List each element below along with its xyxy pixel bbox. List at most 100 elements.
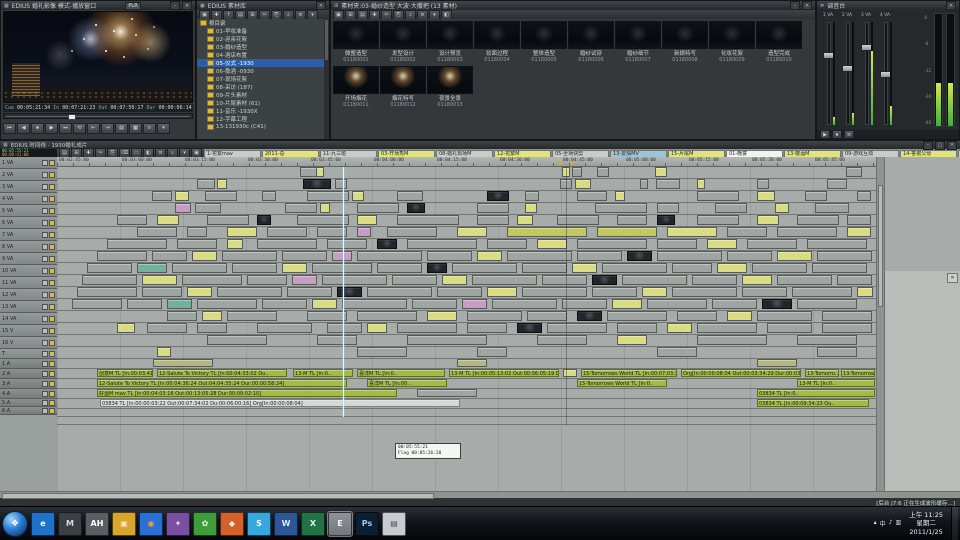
timeline-clip[interactable] bbox=[727, 227, 767, 237]
mixer-foot-button[interactable]: ≡ bbox=[844, 130, 854, 139]
transport-button[interactable]: ▤ bbox=[115, 123, 128, 134]
timeline-clip[interactable] bbox=[462, 299, 487, 309]
timeline-clip[interactable] bbox=[752, 263, 807, 273]
timeline-clip[interactable] bbox=[87, 263, 132, 273]
timeline-clip[interactable] bbox=[847, 215, 871, 225]
timeline-clip[interactable] bbox=[822, 311, 872, 321]
timeline-clip[interactable] bbox=[807, 239, 867, 249]
timeline-clip[interactable] bbox=[762, 299, 792, 309]
timeline-marker[interactable] bbox=[557, 161, 563, 166]
timeline-clip[interactable] bbox=[320, 203, 330, 213]
timeline-clip[interactable] bbox=[287, 287, 332, 297]
track-header[interactable]: 7 VA bbox=[0, 229, 57, 241]
timeline-clip[interactable] bbox=[387, 227, 437, 237]
clip-thumbnail[interactable]: 化妆花絮01180009 bbox=[709, 21, 755, 64]
bin-folder[interactable]: 10-片尾素材 (61) bbox=[197, 99, 324, 107]
track-header[interactable]: 5 VA bbox=[0, 205, 57, 217]
timeline-clip[interactable] bbox=[357, 251, 422, 261]
timeline-clip[interactable] bbox=[597, 167, 609, 177]
timeline-clip[interactable] bbox=[197, 323, 227, 333]
timeline-clip[interactable] bbox=[757, 179, 769, 189]
palette-tool-icon[interactable]: ▤ bbox=[357, 10, 368, 20]
timeline-clip[interactable] bbox=[232, 263, 277, 273]
timeline-clip[interactable] bbox=[207, 335, 267, 345]
timeline-clip[interactable] bbox=[657, 347, 697, 357]
timeline-clip[interactable] bbox=[152, 251, 187, 261]
timeline-clip[interactable] bbox=[357, 227, 371, 237]
timeline-clip[interactable] bbox=[817, 251, 872, 261]
timeline-clip[interactable]: Org[In:00:00:08:04 Out:00:03:34:29 Dur:0… bbox=[681, 369, 801, 377]
timeline-clip[interactable] bbox=[205, 191, 237, 201]
track-header[interactable]: 14 VA bbox=[0, 313, 57, 325]
timeline-clip[interactable]: 12-Salute To Victory TL [In:00:04:36:24 … bbox=[97, 379, 347, 387]
timeline-hscrollbar[interactable] bbox=[0, 491, 960, 498]
timeline-clip[interactable] bbox=[797, 299, 857, 309]
timeline-clip[interactable]: 03834 TL [In:00:00:03:22 Out:00:07:34:02… bbox=[100, 399, 460, 407]
mixer-channel[interactable]: 1 VA bbox=[821, 13, 835, 127]
timeline-clip[interactable] bbox=[617, 323, 657, 333]
timeline-clip[interactable] bbox=[562, 299, 607, 309]
timeline-clip[interactable] bbox=[657, 203, 679, 213]
timeline-clip[interactable] bbox=[612, 299, 642, 309]
timeline-clip[interactable] bbox=[392, 275, 437, 285]
bin-scrollbar[interactable] bbox=[324, 19, 329, 139]
timeline-clip[interactable] bbox=[742, 287, 787, 297]
timeline-clip[interactable] bbox=[577, 191, 607, 201]
timeline-clip[interactable] bbox=[557, 215, 599, 225]
timeline-clip[interactable] bbox=[822, 323, 872, 333]
timeline-clip[interactable] bbox=[677, 311, 717, 321]
timeline-ruler[interactable]: 00:02:45:0000:03:00:0000:03:15:0000:03:3… bbox=[57, 157, 876, 167]
timeline-clip[interactable] bbox=[187, 287, 212, 297]
timeline-clip[interactable] bbox=[327, 323, 362, 333]
timeline-clip[interactable] bbox=[197, 179, 215, 189]
transport-button[interactable]: ▦ bbox=[129, 123, 142, 134]
timeline-clip[interactable] bbox=[667, 227, 717, 237]
timeline-clip[interactable] bbox=[692, 275, 737, 285]
timeline-clip[interactable] bbox=[412, 299, 457, 309]
mixer-foot-button[interactable]: ⏹ bbox=[832, 130, 842, 139]
timeline-clip[interactable] bbox=[107, 239, 167, 249]
timeline-clip[interactable] bbox=[127, 299, 162, 309]
timeline-clip[interactable] bbox=[797, 215, 839, 225]
playhead[interactable] bbox=[343, 167, 344, 417]
timeline-clip[interactable] bbox=[427, 263, 447, 273]
timeline-clip[interactable] bbox=[492, 299, 557, 309]
timeline-clip[interactable] bbox=[282, 251, 327, 261]
transport-button[interactable]: ⇤ bbox=[87, 123, 100, 134]
timeline-clip[interactable] bbox=[77, 287, 137, 297]
timeline-clip[interactable] bbox=[522, 287, 587, 297]
timeline-clip[interactable] bbox=[317, 335, 357, 345]
track-header[interactable]: 2 VA bbox=[0, 169, 57, 181]
timeline-clip[interactable] bbox=[805, 191, 827, 201]
plr-button[interactable]: PLR bbox=[125, 2, 140, 10]
bin-tool-icon[interactable]: ↑ bbox=[223, 10, 234, 20]
mixer-channel[interactable]: 2 VA bbox=[840, 13, 854, 127]
timeline-clip[interactable] bbox=[175, 191, 189, 201]
taskbar-icon-ah-app[interactable]: AH bbox=[85, 512, 109, 536]
timeline-clip[interactable] bbox=[342, 299, 407, 309]
timeline-clip[interactable] bbox=[227, 311, 277, 321]
timeline-clip[interactable]: 12-Salute To Victory TL [In:00:04:33:02 … bbox=[157, 369, 287, 377]
transport-button[interactable]: ≡ bbox=[143, 123, 156, 134]
timeline-clip[interactable] bbox=[712, 299, 757, 309]
timeline-clip[interactable] bbox=[137, 227, 177, 237]
timeline-clip[interactable] bbox=[282, 263, 307, 273]
timeline-clip[interactable] bbox=[507, 251, 572, 261]
bin-folder[interactable]: 02-迎亲花絮 bbox=[197, 35, 324, 43]
bin-tool-icon[interactable]: ▾ bbox=[307, 10, 318, 20]
timeline-clip[interactable] bbox=[192, 251, 217, 261]
timeline-clip[interactable] bbox=[97, 251, 147, 261]
track-header[interactable]: 6 VA bbox=[0, 217, 57, 229]
timeline-clip[interactable] bbox=[827, 179, 847, 189]
close-icon[interactable]: ✕ bbox=[946, 1, 956, 10]
sequence-tab[interactable]: 13-敬酒M bbox=[784, 150, 841, 157]
bin-tool-icon[interactable]: ≡ bbox=[295, 10, 306, 20]
timeline-clip[interactable] bbox=[137, 263, 167, 273]
mixer-channel[interactable]: 3 VA bbox=[859, 13, 873, 127]
timeline-clip[interactable] bbox=[285, 203, 317, 213]
timeline-clip[interactable] bbox=[397, 323, 457, 333]
palette-tool-icon[interactable]: ✚ bbox=[369, 10, 380, 20]
close-icon[interactable]: ✕ bbox=[802, 1, 812, 10]
timeline-clip[interactable] bbox=[457, 359, 487, 367]
timeline-clip[interactable] bbox=[197, 299, 257, 309]
